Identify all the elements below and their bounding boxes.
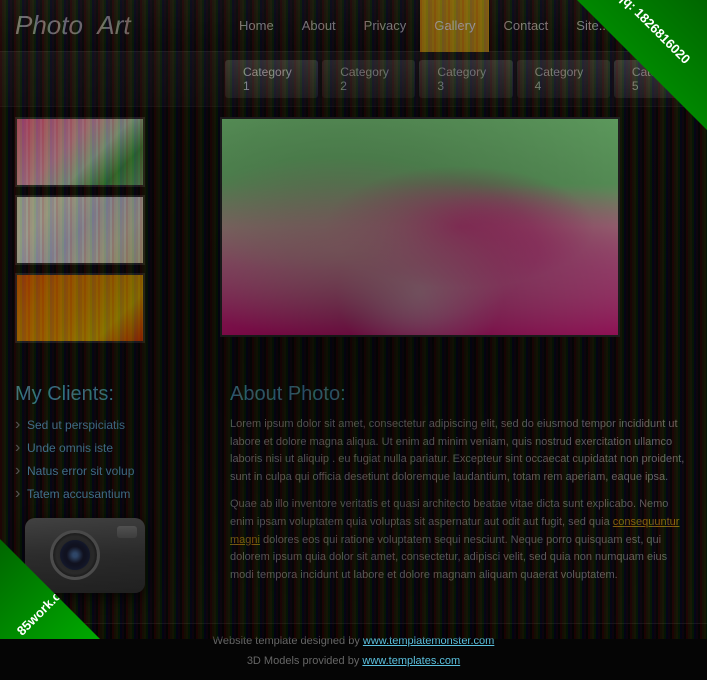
footer-text-2: 3D Models provided by www.templates.com (8, 652, 699, 672)
footer-templates-link[interactable]: www.templates.com (362, 655, 460, 667)
footer-line2-text: 3D Models provided by (247, 655, 363, 667)
